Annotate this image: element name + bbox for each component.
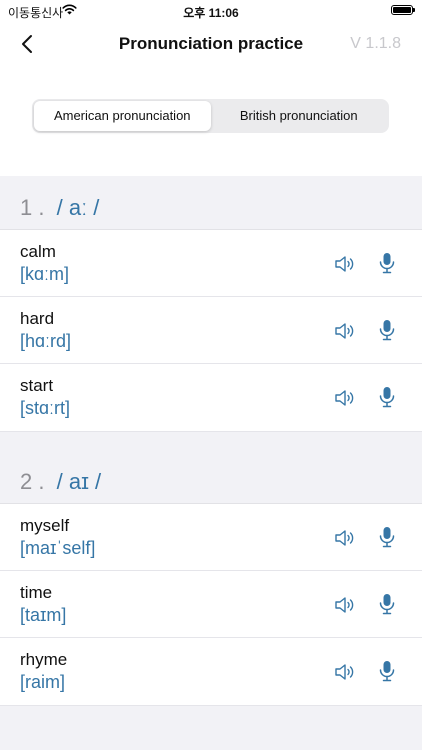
ipa-label: [stɑːrt] [20,398,71,418]
word-row: rhyme [raim] [0,638,422,705]
word-label: time [20,583,53,602]
section-dot: . [38,195,45,220]
speaker-icon[interactable] [334,595,356,615]
navigation-bar: Pronunciation practice V 1.1.8 [0,22,422,66]
ipa-label: [raim] [20,672,65,692]
word-row: hard [hɑːrd] [0,297,422,364]
status-bar: 이동통신사 오후 11:06 [0,0,422,22]
speaker-icon[interactable] [334,254,356,274]
word-row: myself [maɪˈself] [0,504,422,571]
section-title: 2 . / aɪ / [20,469,101,495]
ipa-label: [kɑːm] [20,264,70,284]
clock: 오후 11:06 [183,6,239,20]
section-dot: . [38,469,45,494]
word-label: calm [20,242,56,261]
word-row: time [taɪm] [0,571,422,638]
microphone-icon[interactable] [378,252,396,274]
speaker-icon[interactable] [334,662,356,682]
microphone-icon[interactable] [378,319,396,341]
word-label: myself [20,516,70,535]
ipa-label: [hɑːrd] [20,331,72,351]
section-gap [0,431,422,450]
microphone-icon[interactable] [378,660,396,682]
section-title: 1 . / aː / [20,195,99,221]
word-label: hard [20,309,55,328]
word-label: rhyme [20,650,68,669]
section-gap [0,705,422,750]
section-phoneme: / aɪ / [56,469,102,494]
speaker-icon[interactable] [334,321,356,341]
word-label: start [20,376,54,395]
section-header-1: 1 . / aː / [0,176,422,230]
ipa-label: [taɪm] [20,605,67,625]
battery-icon [391,5,415,15]
microphone-icon[interactable] [378,386,396,408]
word-row: calm [kɑːm] [0,230,422,297]
word-row: start [stɑːrt] [0,364,422,431]
section-phoneme: / aː / [56,195,100,220]
ipa-label: [maɪˈself] [20,538,96,558]
version-label: V 1.1.8 [350,35,401,52]
pronunciation-segmented-control: American pronunciation British pronuncia… [32,99,389,133]
speaker-icon[interactable] [334,388,356,408]
segment-american[interactable]: American pronunciation [34,101,211,131]
section-number: 2 [20,469,33,494]
section-header-2: 2 . / aɪ / [0,450,422,504]
segment-british[interactable]: British pronunciation [211,101,388,131]
section-number: 1 [20,195,33,220]
microphone-icon[interactable] [378,593,396,615]
microphone-icon[interactable] [378,526,396,548]
speaker-icon[interactable] [334,528,356,548]
